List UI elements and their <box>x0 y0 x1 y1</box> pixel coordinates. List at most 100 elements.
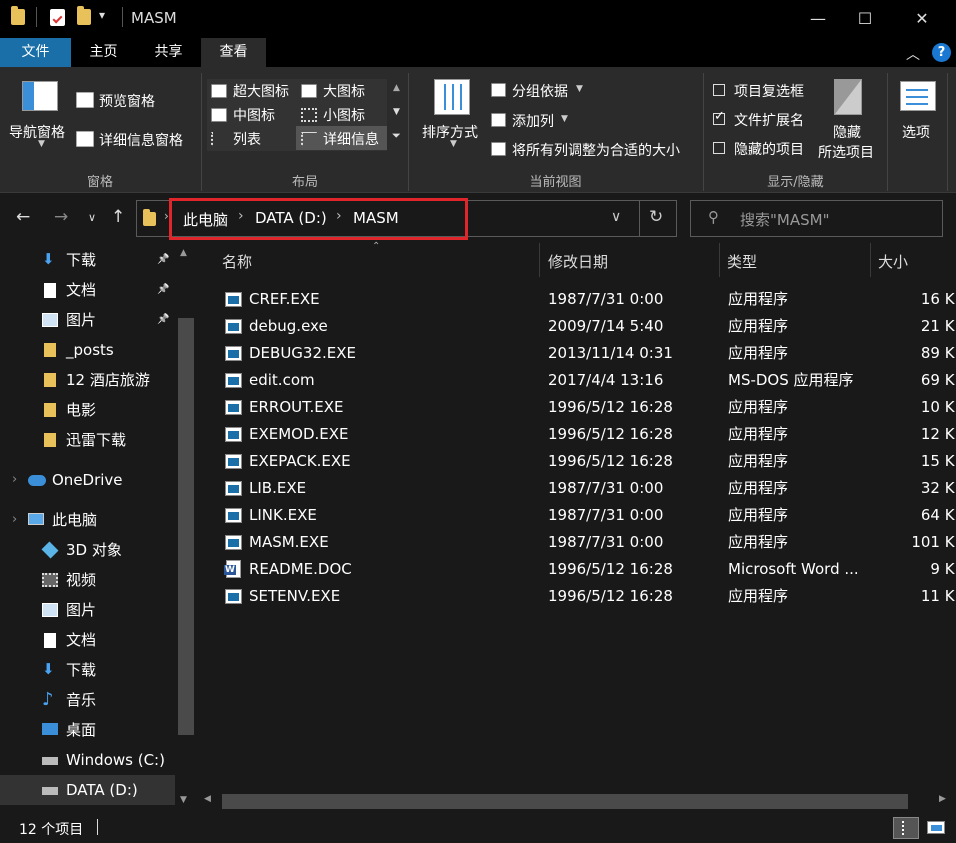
back-arrow-icon[interactable]: ← <box>16 207 30 227</box>
item-checkbox-toggle[interactable] <box>713 84 725 96</box>
file-row[interactable]: edit.com 2017/4/4 13:16 MS-DOS 应用程序 69 KI <box>197 367 956 394</box>
pin-icon[interactable]: 📌 <box>157 305 169 335</box>
column-header-type[interactable]: 类型 <box>727 251 757 272</box>
ribbon-tabs: 文件 主页 共享 查看 ︿ ? <box>0 38 956 67</box>
scroll-right-icon[interactable]: ▶ <box>939 794 946 804</box>
column-header-name[interactable]: 名称 <box>222 251 252 272</box>
nav-item[interactable]: 电影 <box>0 395 175 425</box>
music-icon: ♪ <box>42 689 54 710</box>
expand-chevron-icon[interactable]: › <box>12 505 17 535</box>
up-arrow-icon[interactable]: ↑ <box>111 207 125 227</box>
column-divider[interactable] <box>870 243 871 277</box>
chevron-down-icon[interactable]: ▼ <box>576 84 583 94</box>
help-button[interactable]: ? <box>932 43 951 62</box>
column-header-size[interactable]: 大小 <box>878 251 908 272</box>
medium-icons-icon <box>211 108 227 122</box>
file-date: 1996/5/12 16:28 <box>548 425 673 443</box>
layout-extra-large-icons[interactable]: 超大图标 <box>233 81 289 101</box>
column-divider[interactable] <box>539 243 540 277</box>
layout-list[interactable]: 列表 <box>233 129 261 149</box>
hide-selected-button[interactable]: 隐藏 <box>833 122 861 142</box>
nav-item[interactable]: Windows (C:) <box>0 745 175 775</box>
nav-item[interactable]: _posts <box>0 335 175 365</box>
scroll-left-icon[interactable]: ◀ <box>204 794 211 804</box>
large-icons-view-button[interactable] <box>927 821 945 834</box>
nav-item[interactable]: 文档 📌 <box>0 275 175 305</box>
properties-icon[interactable] <box>50 9 65 26</box>
expand-chevron-icon[interactable]: › <box>12 465 17 495</box>
nav-item[interactable]: 图片 <box>0 595 175 625</box>
minimize-button[interactable]: — <box>795 0 841 38</box>
chevron-down-icon[interactable]: ▼ <box>450 139 457 149</box>
column-header-date[interactable]: 修改日期 <box>548 251 608 272</box>
details-view-button[interactable] <box>893 817 919 839</box>
file-row[interactable]: DEBUG32.EXE 2013/11/14 0:31 应用程序 89 KI <box>197 340 956 367</box>
fit-columns-button[interactable]: 将所有列调整为合适的大小 <box>512 140 680 160</box>
file-row[interactable]: README.DOC 1996/5/12 16:28 Microsoft Word … <box>197 556 956 583</box>
nav-item[interactable]: 视频 <box>0 565 175 595</box>
close-button[interactable]: ✕ <box>899 0 945 38</box>
layout-medium-icons[interactable]: 中图标 <box>233 105 275 125</box>
nav-item[interactable]: ⬇ 下载 📌 <box>0 245 175 275</box>
nav-item[interactable]: 3D 对象 <box>0 535 175 565</box>
scroll-down-icon[interactable]: ▼ <box>180 795 187 805</box>
file-extensions-toggle[interactable] <box>713 109 725 125</box>
recent-locations-icon[interactable]: ∨ <box>88 211 96 224</box>
nav-item[interactable]: 此电脑 › <box>0 505 175 535</box>
pin-icon[interactable]: 📌 <box>157 275 169 305</box>
navigation-pane-button[interactable]: 导航窗格 <box>9 122 65 142</box>
address-history-dropdown[interactable]: ∨ <box>611 209 621 225</box>
layout-small-icons[interactable]: 小图标 <box>323 105 365 125</box>
file-row[interactable]: LIB.EXE 1987/7/31 0:00 应用程序 32 KI <box>197 475 956 502</box>
nav-item[interactable]: 12 酒店旅游 <box>0 365 175 395</box>
new-folder-icon[interactable] <box>77 6 91 25</box>
chevron-down-icon[interactable]: ▼ <box>38 139 45 149</box>
scroll-up-icon[interactable]: ▲ <box>393 83 400 93</box>
preview-pane-button[interactable]: 预览窗格 <box>99 91 155 111</box>
customize-quick-access-icon[interactable]: ▾ <box>99 8 105 22</box>
layout-large-icons[interactable]: 大图标 <box>323 81 365 101</box>
file-extensions-label: 文件扩展名 <box>734 113 804 129</box>
refresh-icon[interactable]: ↻ <box>649 207 663 227</box>
nav-item[interactable]: 桌面 <box>0 715 175 745</box>
file-row[interactable]: ERROUT.EXE 1996/5/12 16:28 应用程序 10 KI <box>197 394 956 421</box>
nav-item[interactable]: DATA (D:) <box>0 775 175 805</box>
pin-icon[interactable]: 📌 <box>157 245 169 275</box>
file-row[interactable]: SETENV.EXE 1996/5/12 16:28 应用程序 11 KI <box>197 583 956 610</box>
tab-file[interactable]: 文件 <box>0 38 71 67</box>
file-row[interactable]: debug.exe 2009/7/14 5:40 应用程序 21 KI <box>197 313 956 340</box>
nav-item[interactable]: 迅雷下载 <box>0 425 175 455</box>
nav-scrollbar-thumb[interactable] <box>178 318 194 735</box>
forward-arrow-icon[interactable]: → <box>54 207 68 227</box>
scroll-up-icon[interactable]: ▲ <box>180 248 187 258</box>
file-row[interactable]: EXEPACK.EXE 1996/5/12 16:28 应用程序 15 KI <box>197 448 956 475</box>
maximize-button[interactable]: ☐ <box>842 0 888 38</box>
search-box[interactable]: ⚲ 搜索"MASM" <box>690 200 943 237</box>
options-button[interactable]: 选项 <box>902 122 930 142</box>
file-row[interactable]: MASM.EXE 1987/7/31 0:00 应用程序 101 KI <box>197 529 956 556</box>
column-divider[interactable] <box>719 243 720 277</box>
tab-view[interactable]: 查看 <box>201 38 266 67</box>
nav-item[interactable]: ⬇ 下载 <box>0 655 175 685</box>
tab-home[interactable]: 主页 <box>71 38 136 67</box>
chevron-down-icon[interactable]: ▼ <box>561 114 568 124</box>
search-input[interactable]: 搜索"MASM" <box>740 209 829 230</box>
hide-selected-button-line2[interactable]: 所选项目 <box>818 142 874 162</box>
nav-item[interactable]: ♪ 音乐 <box>0 685 175 715</box>
expand-gallery-icon[interactable]: ⏷ <box>392 129 401 143</box>
scroll-down-icon[interactable]: ▼ <box>393 107 400 117</box>
hidden-items-toggle[interactable] <box>713 142 725 154</box>
details-pane-button[interactable]: 详细信息窗格 <box>99 130 183 150</box>
file-row[interactable]: LINK.EXE 1987/7/31 0:00 应用程序 64 KI <box>197 502 956 529</box>
add-column-button[interactable]: 添加列 <box>512 111 554 131</box>
file-row[interactable]: CREF.EXE 1987/7/31 0:00 应用程序 16 KI <box>197 286 956 313</box>
horizontal-scrollbar-thumb[interactable] <box>222 794 908 809</box>
tab-share[interactable]: 共享 <box>136 38 201 67</box>
group-by-button[interactable]: 分组依据 <box>512 81 568 101</box>
file-row[interactable]: EXEMOD.EXE 1996/5/12 16:28 应用程序 12 KI <box>197 421 956 448</box>
nav-item[interactable]: OneDrive › <box>0 465 175 495</box>
nav-item[interactable]: 图片 📌 <box>0 305 175 335</box>
nav-item[interactable]: 文档 <box>0 625 175 655</box>
layout-details[interactable]: 详细信息 <box>323 129 379 149</box>
collapse-ribbon-icon[interactable]: ︿ <box>906 44 920 64</box>
